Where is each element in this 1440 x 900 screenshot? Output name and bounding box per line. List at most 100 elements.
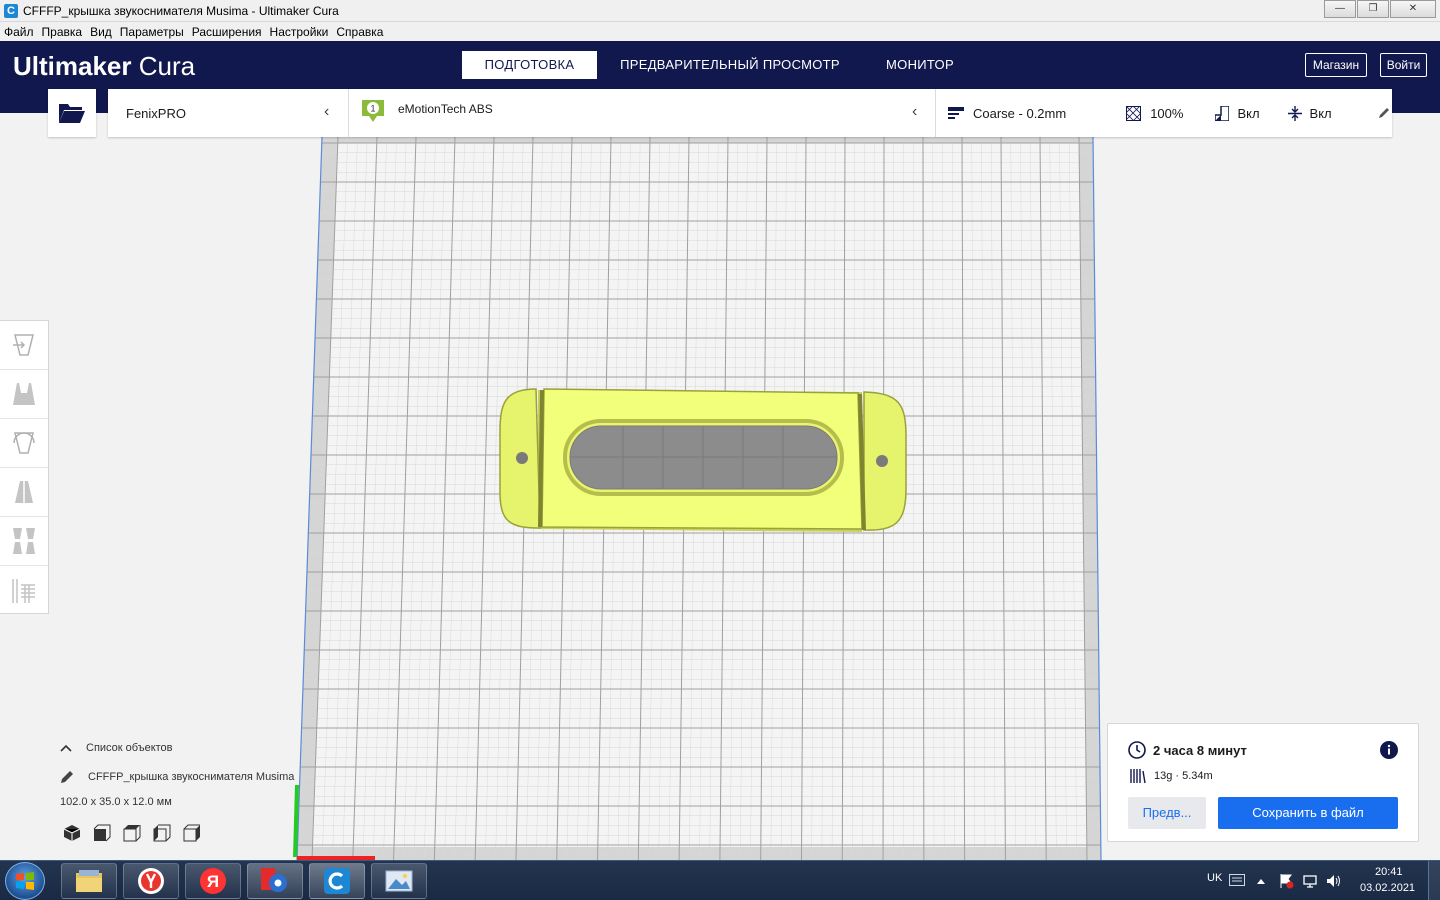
- svg-text:Я: Я: [207, 872, 219, 891]
- yandex-icon: Я: [200, 868, 226, 894]
- clock-time[interactable]: 20:41: [1375, 866, 1403, 878]
- view-orientation-buttons: [60, 824, 294, 842]
- menu-extensions[interactable]: Расширения: [192, 25, 262, 39]
- material-usage-row: 13g · 5.34m: [1130, 768, 1213, 784]
- pencil-icon: [61, 771, 73, 783]
- material-usage: 13g · 5.34m: [1154, 770, 1213, 782]
- extruder-material-selector[interactable]: 1 eMotionTech ABS: [360, 89, 493, 137]
- tool-mirror[interactable]: [0, 468, 48, 517]
- taskbar-explorer[interactable]: [61, 863, 117, 899]
- yandex-browser-icon: [138, 868, 164, 894]
- tab-preview[interactable]: ПРЕДВАРИТЕЛЬНЫЙ ПРОСМОТР: [612, 51, 848, 79]
- marketplace-button[interactable]: Магазин: [1305, 53, 1367, 77]
- show-desktop-button[interactable]: [1428, 861, 1440, 900]
- tab-prepare[interactable]: ПОДГОТОВКА: [462, 51, 597, 79]
- chevron-up-icon: [60, 744, 72, 752]
- flag-icon[interactable]: [1278, 873, 1294, 889]
- windows-taskbar: Я UK 20:41 03.02.2021: [0, 860, 1440, 900]
- tools-sidebar: [0, 320, 49, 614]
- maximize-button[interactable]: ❐: [1357, 0, 1389, 18]
- menu-help[interactable]: Справка: [336, 25, 383, 39]
- taskbar-slicer-app[interactable]: [247, 863, 303, 899]
- taskbar-yandex[interactable]: Я: [185, 863, 241, 899]
- extruder-number: 1: [370, 104, 375, 114]
- object-list-header: Список объектов: [86, 742, 173, 754]
- print-settings-selector[interactable]: Coarse - 0.2mm 100% Вкл Вкл: [948, 89, 1392, 137]
- start-button[interactable]: [5, 862, 45, 900]
- object-list-toggle[interactable]: Список объектов: [60, 742, 294, 754]
- support-value: Вкл: [1237, 105, 1260, 121]
- separator: [348, 89, 349, 137]
- clock-icon: [1128, 741, 1146, 759]
- separator: [935, 89, 936, 137]
- chevron-left-icon[interactable]: ‹: [912, 103, 917, 121]
- menu-preferences[interactable]: Настройки: [270, 25, 329, 39]
- cura-icon: [324, 868, 350, 894]
- pencil-icon[interactable]: [1378, 107, 1390, 119]
- taskbar-cura[interactable]: [309, 863, 365, 899]
- move-tool-icon: [13, 334, 34, 356]
- tool-support-blocker[interactable]: [0, 566, 48, 615]
- object-list-item[interactable]: CFFFP_крышка звукоснимателя Musima: [60, 770, 294, 784]
- show-hidden-icons-icon[interactable]: [1256, 877, 1266, 885]
- window-title: CFFFP_крышка звукоснимателя Musima - Ult…: [23, 3, 339, 18]
- menu-parameters[interactable]: Параметры: [120, 25, 184, 39]
- support-icon: [1215, 105, 1230, 121]
- mirror-tool-icon: [15, 479, 33, 505]
- tool-scale[interactable]: [0, 370, 48, 419]
- printer-name: FenixPRO: [126, 105, 186, 121]
- menu-file[interactable]: Файл: [4, 25, 34, 39]
- preview-button[interactable]: Предв...: [1128, 797, 1206, 829]
- view-3d-icon[interactable]: [63, 824, 81, 842]
- view-right-icon[interactable]: [183, 824, 201, 842]
- info-icon[interactable]: [1380, 741, 1398, 759]
- model-pickup-cover[interactable]: [499, 388, 907, 532]
- clock-date[interactable]: 03.02.2021: [1360, 882, 1415, 894]
- tool-per-model-settings[interactable]: [0, 517, 48, 566]
- object-name: CFFFP_крышка звукоснимателя Musima: [88, 771, 295, 783]
- folder-open-icon: [59, 104, 85, 123]
- open-file-button[interactable]: [48, 89, 96, 137]
- windows-logo-icon: [16, 872, 34, 890]
- keyboard-icon[interactable]: [1229, 874, 1245, 886]
- picture-icon: [385, 870, 413, 892]
- rotate-tool-icon: [13, 432, 35, 454]
- view-front-icon[interactable]: [93, 824, 111, 842]
- minimize-button[interactable]: —: [1324, 0, 1356, 18]
- menu-view[interactable]: Вид: [90, 25, 112, 39]
- gear-icon: [261, 868, 287, 892]
- extruder-icon: 1: [362, 100, 384, 122]
- cura-app-icon: C: [4, 3, 18, 18]
- tool-move[interactable]: [0, 321, 48, 370]
- logo-bold: Ultimaker: [13, 51, 132, 81]
- print-time: 2 часа 8 минут: [1153, 742, 1247, 758]
- adhesion-value: Вкл: [1309, 105, 1332, 121]
- network-icon[interactable]: [1302, 873, 1318, 889]
- object-dimensions: 102.0 x 35.0 x 12.0 мм: [60, 796, 172, 808]
- chevron-left-icon[interactable]: ‹: [324, 103, 329, 121]
- per-model-settings-icon: [13, 528, 35, 554]
- infill-icon: [1126, 105, 1142, 121]
- taskbar-image-viewer[interactable]: [371, 863, 427, 899]
- tab-monitor[interactable]: МОНИТОР: [872, 51, 968, 79]
- taskbar-yandex-browser[interactable]: [123, 863, 179, 899]
- print-time-row: 2 часа 8 минут: [1128, 741, 1247, 759]
- volume-icon[interactable]: [1326, 873, 1342, 889]
- material-name: eMotionTech ABS: [398, 102, 493, 116]
- view-left-icon[interactable]: [153, 824, 171, 842]
- close-button[interactable]: ✕: [1390, 0, 1436, 18]
- ultimaker-cura-logo: Ultimaker Cura: [13, 51, 195, 82]
- profile-layers-icon: [948, 107, 964, 119]
- object-list: Список объектов CFFFP_крышка звукоснимат…: [60, 742, 294, 842]
- view-top-icon[interactable]: [123, 824, 141, 842]
- support-blocker-icon: [12, 578, 35, 603]
- sign-in-button[interactable]: Войти: [1380, 53, 1427, 77]
- printer-selector[interactable]: FenixPRO: [126, 89, 186, 137]
- logo-light: Cura: [138, 51, 196, 81]
- menu-edit[interactable]: Правка: [42, 25, 83, 39]
- language-indicator[interactable]: UK: [1207, 872, 1222, 884]
- filament-spool-icon: [1130, 769, 1146, 784]
- tool-rotate[interactable]: [0, 419, 48, 468]
- save-to-file-button[interactable]: Сохранить в файл: [1218, 797, 1398, 829]
- y-axis-indicator: [293, 784, 299, 858]
